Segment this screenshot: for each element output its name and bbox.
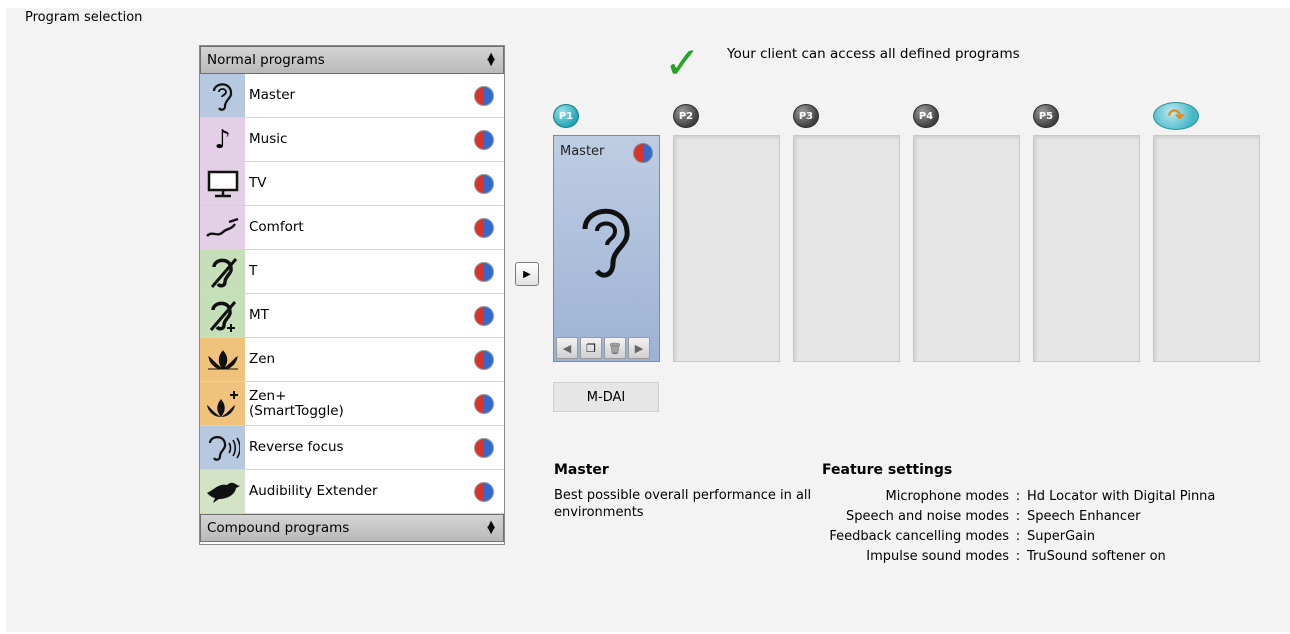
feature-key: Speech and noise modes (846, 509, 1009, 524)
program-item-zen-plus[interactable]: Zen+ (SmartToggle) (200, 382, 504, 426)
slot-badge-p3: P3 (793, 104, 819, 128)
feature-row: Impulse sound modes : TruSound softener … (780, 547, 1215, 567)
program-item-mt[interactable]: MT (200, 294, 504, 338)
lotus-plus-icon (200, 382, 245, 425)
bird-icon (200, 470, 245, 513)
sort-arrows-icon: ▲ ▼ (487, 51, 495, 68)
ear-icon (200, 74, 245, 117)
program-label: MT (249, 307, 269, 323)
program-slot-p3[interactable] (793, 135, 900, 362)
program-label: Audibility Extender (249, 483, 378, 499)
lotus-icon (200, 338, 245, 381)
feature-value: SuperGain (1027, 529, 1095, 544)
program-item-master[interactable]: Master (200, 74, 504, 118)
delete-button[interactable]: 🗑 (604, 337, 626, 359)
reverse-focus-ear-icon (200, 426, 245, 469)
program-slot-p5[interactable] (1033, 135, 1140, 362)
program-label: Zen+ (SmartToggle) (245, 387, 474, 419)
program-item-zen[interactable]: Zen (200, 338, 504, 382)
binaural-icon (474, 481, 494, 502)
binaural-icon (474, 305, 494, 326)
program-label: Zen (249, 351, 276, 367)
comfort-icon (200, 206, 245, 249)
slot-badge-p1: P1 (553, 104, 579, 128)
program-list: Normal programs ▲ ▼ Master ♪ Music TV Com… (199, 45, 505, 545)
program-item-comfort[interactable]: Comfort (200, 206, 504, 250)
binaural-icon (474, 393, 494, 414)
sort-arrows-icon: ▲ ▼ (487, 519, 495, 536)
feature-separator: : (1015, 529, 1021, 544)
program-slot-p1[interactable]: Master ◀ ❐ 🗑 ▶ (553, 135, 660, 362)
mic-telecoil-icon (200, 294, 245, 337)
slot-toolbar: ◀ ❐ 🗑 ▶ (556, 337, 650, 359)
binaural-icon (474, 437, 494, 458)
telecoil-icon (200, 250, 245, 293)
move-left-button[interactable]: ◀ (556, 337, 578, 359)
tv-icon (200, 162, 245, 205)
feature-separator: : (1015, 489, 1021, 504)
copy-button[interactable]: ❐ (580, 337, 602, 359)
program-label: T (249, 263, 258, 279)
program-item-music[interactable]: ♪ Music (200, 118, 504, 162)
binaural-icon (474, 217, 494, 238)
feature-separator: : (1015, 549, 1021, 564)
feature-value: Speech Enhancer (1027, 509, 1141, 524)
binaural-icon (474, 349, 494, 370)
program-item-audibility-extender[interactable]: Audibility Extender (200, 470, 504, 514)
feature-key: Feedback cancelling modes (829, 529, 1009, 544)
program-item-t[interactable]: T (200, 250, 504, 294)
binaural-icon (633, 143, 653, 163)
program-slot-p2[interactable] (673, 135, 780, 362)
slot-title: Master (560, 144, 605, 159)
feature-value: TruSound softener on (1027, 549, 1166, 564)
binaural-icon (474, 261, 494, 282)
program-slot-p4[interactable] (913, 135, 1020, 362)
program-label: Music (249, 131, 288, 147)
program-slot-auto[interactable] (1153, 135, 1260, 362)
program-label: Reverse focus (249, 439, 344, 455)
compound-programs-dropdown[interactable]: Compound programs ▲ ▼ (200, 514, 504, 542)
slot-code-label: M-DAI (553, 382, 659, 412)
add-program-button[interactable]: ▶ (515, 262, 539, 286)
program-label: Comfort (249, 219, 304, 235)
normal-programs-dropdown[interactable]: Normal programs ▲ ▼ (200, 46, 504, 74)
checkmark-icon: ✓ (664, 38, 701, 89)
feature-value: Hd Locator with Digital Pinna (1027, 489, 1216, 504)
auto-program-badge-icon: ↷ (1153, 102, 1199, 130)
program-item-reverse-focus[interactable]: Reverse focus (200, 426, 504, 470)
feature-key: Microphone modes (885, 489, 1009, 504)
feature-separator: : (1015, 509, 1021, 524)
feature-key: Impulse sound modes (866, 549, 1009, 564)
slot-badge-p5: P5 (1033, 104, 1059, 128)
binaural-icon (474, 173, 494, 194)
program-label-line2: (SmartToggle) (249, 402, 344, 419)
slot-badge-p4: P4 (913, 104, 939, 128)
slot-badge-p2: P2 (673, 104, 699, 128)
ear-icon (554, 201, 659, 300)
feature-row: Microphone modes : Hd Locator with Digit… (780, 487, 1216, 507)
program-description-title: Master (554, 462, 609, 478)
program-label: Master (249, 87, 296, 103)
binaural-icon (474, 85, 494, 106)
move-right-button[interactable]: ▶ (628, 337, 650, 359)
triangle-right-icon: ▶ (523, 268, 531, 280)
program-item-tv[interactable]: TV (200, 162, 504, 206)
feature-settings-title: Feature settings (822, 462, 953, 478)
feature-row: Feedback cancelling modes : SuperGain (780, 527, 1215, 547)
program-label-line1: Zen+ (249, 387, 287, 404)
program-description-text: Best possible overall performance in all… (554, 488, 812, 520)
access-note: Your client can access all defined progr… (727, 46, 1020, 62)
section-title: Program selection (25, 10, 143, 25)
list-header-label: Normal programs (207, 52, 325, 68)
feature-row: Speech and noise modes : Speech Enhancer (780, 507, 1215, 527)
binaural-icon (474, 129, 494, 150)
program-label: TV (249, 175, 267, 191)
feature-settings-table: Microphone modes : Hd Locator with Digit… (780, 487, 1215, 567)
music-note-icon: ♪ (200, 118, 245, 161)
list-footer-label: Compound programs (207, 520, 350, 536)
